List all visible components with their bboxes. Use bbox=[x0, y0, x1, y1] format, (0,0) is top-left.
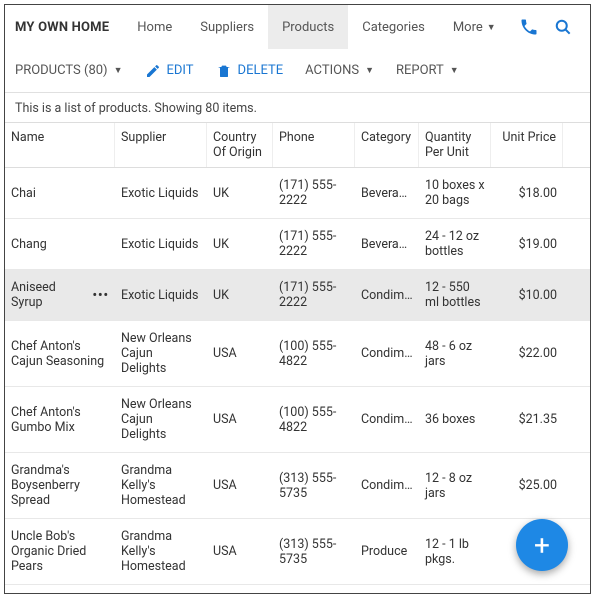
column-header[interactable]: Category bbox=[355, 123, 419, 167]
nav-tab-suppliers[interactable]: Suppliers bbox=[186, 5, 268, 49]
cell: Exotic Liquids bbox=[115, 270, 207, 320]
row-menu-icon[interactable]: ••• bbox=[93, 288, 109, 303]
phone-icon[interactable] bbox=[512, 17, 546, 37]
table-row[interactable]: Chef Anton's Cajun SeasoningNew Orleans … bbox=[5, 321, 590, 387]
column-header[interactable]: Quantity Per Unit bbox=[419, 123, 491, 167]
cell: Chai bbox=[5, 168, 115, 218]
cell: UK bbox=[207, 168, 273, 218]
cell: (171) 555-2222 bbox=[273, 219, 355, 269]
cell: 24 - 12 oz bottles bbox=[419, 219, 491, 269]
cell: 12 - 12 oz jars bbox=[419, 585, 491, 594]
cell: UK bbox=[207, 270, 273, 320]
cell: $19.00 bbox=[491, 219, 563, 269]
cell: Exotic Liquids bbox=[115, 168, 207, 218]
nav-tab-home[interactable]: Home bbox=[123, 5, 186, 49]
report-dropdown[interactable]: REPORT▼ bbox=[396, 63, 459, 78]
nav-tab-more[interactable]: More▼ bbox=[439, 5, 510, 49]
pencil-icon bbox=[145, 63, 161, 79]
cell: Chef Anton's Gumbo Mix bbox=[5, 387, 115, 452]
cell: USA bbox=[207, 453, 273, 518]
cell: Condim... bbox=[355, 321, 419, 386]
actions-dropdown[interactable]: ACTIONS▼ bbox=[305, 63, 374, 78]
nav-tab-categories[interactable]: Categories bbox=[348, 5, 439, 49]
list-caption: This is a list of products. Showing 80 i… bbox=[5, 93, 590, 122]
trash-icon bbox=[216, 63, 232, 79]
cell: 48 - 6 oz jars bbox=[419, 321, 491, 386]
cell: 36 boxes bbox=[419, 387, 491, 452]
cell: (100) 555-4822 bbox=[273, 387, 355, 452]
edit-button[interactable]: EDIT bbox=[145, 63, 194, 79]
brand-title[interactable]: MY OWN HOME bbox=[15, 20, 109, 35]
cell: Chang bbox=[5, 219, 115, 269]
nav-tab-products[interactable]: Products bbox=[268, 5, 348, 49]
cell: (313) 555-5735 bbox=[273, 519, 355, 584]
cell: Condim... bbox=[355, 453, 419, 518]
delete-button[interactable]: DELETE bbox=[216, 63, 284, 79]
toolbar: PRODUCTS (80)▼ EDIT DELETE ACTIONS▼ REPO… bbox=[5, 49, 590, 93]
column-header[interactable]: Name bbox=[5, 123, 115, 167]
cell: Beverag... bbox=[355, 219, 419, 269]
products-dropdown[interactable]: PRODUCTS (80)▼ bbox=[15, 63, 123, 78]
cell: (171) 555-2222 bbox=[273, 168, 355, 218]
cell: 12 - 8 oz jars bbox=[419, 453, 491, 518]
cell: .00 bbox=[491, 585, 563, 594]
cell: 10 boxes x 20 bags bbox=[419, 168, 491, 218]
cell: New Orleans Cajun Delights bbox=[115, 321, 207, 386]
cell: Beverag... bbox=[355, 168, 419, 218]
table-row[interactable]: Grandma's Boysenberry SpreadGrandma Kell… bbox=[5, 453, 590, 519]
table-row[interactable]: ChangExotic LiquidsUK(171) 555-2222Bever… bbox=[5, 219, 590, 270]
cell: Aniseed Syrup••• bbox=[5, 270, 115, 320]
add-button[interactable]: + bbox=[516, 519, 568, 571]
cell: USA bbox=[207, 519, 273, 584]
cell: Grandma Kelly's Homestead bbox=[115, 585, 207, 594]
cell: Uncle Bob's Organic Dried Pears bbox=[5, 519, 115, 584]
cell: $21.35 bbox=[491, 387, 563, 452]
cell: Grandma Kelly's Homestead bbox=[115, 519, 207, 584]
cell: (313) 555-5735 bbox=[273, 585, 355, 594]
column-header[interactable]: Phone bbox=[273, 123, 355, 167]
cell: Grandma's Boysenberry Spread bbox=[5, 453, 115, 518]
cell: $18.00 bbox=[491, 168, 563, 218]
cell: Exotic Liquids bbox=[115, 219, 207, 269]
cell: (100) 555-4822 bbox=[273, 321, 355, 386]
cell: USA bbox=[207, 585, 273, 594]
cell: UK bbox=[207, 219, 273, 269]
cell: Northwoods Cranberry Sauce bbox=[5, 585, 115, 594]
cell: Chef Anton's Cajun Seasoning bbox=[5, 321, 115, 386]
search-icon[interactable] bbox=[546, 17, 580, 37]
cell: $22.00 bbox=[491, 321, 563, 386]
column-header[interactable]: Country Of Origin bbox=[207, 123, 273, 167]
column-header[interactable]: Supplier bbox=[115, 123, 207, 167]
cell: $25.00 bbox=[491, 453, 563, 518]
cell: 12 - 550 ml bottles bbox=[419, 270, 491, 320]
table-row[interactable]: Chef Anton's Gumbo MixNew Orleans Cajun … bbox=[5, 387, 590, 453]
table-row[interactable]: Aniseed Syrup•••Exotic LiquidsUK(171) 55… bbox=[5, 270, 590, 321]
cell: USA bbox=[207, 387, 273, 452]
cell: Condim... bbox=[355, 270, 419, 320]
cell: USA bbox=[207, 321, 273, 386]
cell: 12 - 1 lb pkgs. bbox=[419, 519, 491, 584]
table-row[interactable]: Northwoods Cranberry SauceGrandma Kelly'… bbox=[5, 585, 590, 594]
cell: Grandma Kelly's Homestead bbox=[115, 453, 207, 518]
table-row[interactable]: ChaiExotic LiquidsUK(171) 555-2222Bevera… bbox=[5, 168, 590, 219]
cell: Condim... bbox=[355, 387, 419, 452]
cell: (313) 555-5735 bbox=[273, 453, 355, 518]
cell: Condim... bbox=[355, 585, 419, 594]
cell: (171) 555-2222 bbox=[273, 270, 355, 320]
column-header[interactable]: Unit Price bbox=[491, 123, 563, 167]
products-table: NameSupplierCountry Of OriginPhoneCatego… bbox=[5, 122, 590, 594]
cell: Produce bbox=[355, 519, 419, 584]
top-nav: MY OWN HOME HomeSuppliersProductsCategor… bbox=[5, 5, 590, 49]
cell: $10.00 bbox=[491, 270, 563, 320]
cell: New Orleans Cajun Delights bbox=[115, 387, 207, 452]
table-row[interactable]: Uncle Bob's Organic Dried PearsGrandma K… bbox=[5, 519, 590, 585]
